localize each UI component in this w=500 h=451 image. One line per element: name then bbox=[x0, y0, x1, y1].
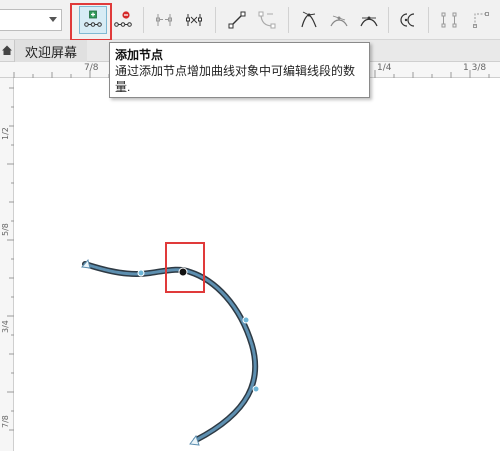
tooltip-title: 添加节点 bbox=[115, 48, 164, 62]
ruler-label: 1/4 bbox=[377, 63, 392, 73]
join-nodes-icon bbox=[156, 14, 172, 26]
delete-node-icon bbox=[114, 11, 132, 27]
toolbar-separator bbox=[215, 7, 216, 33]
node-type-dropdown[interactable] bbox=[0, 9, 62, 31]
to-curve-button[interactable] bbox=[253, 6, 281, 34]
selected-node bbox=[178, 267, 188, 277]
tooltip-description: 通过添加节点增加曲线对象中可编辑线段的数量. bbox=[115, 64, 356, 94]
toolbar-separator bbox=[288, 7, 289, 33]
cusp-node-button[interactable] bbox=[295, 6, 323, 34]
curve-node bbox=[252, 385, 260, 393]
break-curve-icon bbox=[186, 14, 202, 26]
to-curve-icon bbox=[258, 11, 276, 29]
add-node-icon bbox=[84, 10, 102, 27]
symmetrical-node-button[interactable] bbox=[355, 6, 383, 34]
to-line-button[interactable] bbox=[223, 6, 251, 34]
smooth-node-icon bbox=[330, 15, 348, 27]
extend-curve-icon bbox=[441, 12, 457, 28]
tab-label: 欢迎屏幕 bbox=[25, 44, 78, 60]
toolbar-separator bbox=[143, 7, 144, 33]
property-toolbar bbox=[0, 0, 500, 40]
reverse-direction-icon bbox=[400, 13, 415, 27]
ruler-label: 5/8 bbox=[1, 223, 10, 236]
ruler-label: 1/2 bbox=[1, 127, 10, 140]
curve-drawing bbox=[81, 258, 260, 446]
extend-curve-button[interactable] bbox=[435, 6, 463, 34]
delete-node-button[interactable] bbox=[109, 6, 137, 34]
chevron-down-icon bbox=[49, 17, 57, 22]
smooth-node-button[interactable] bbox=[325, 6, 353, 34]
home-icon[interactable] bbox=[1, 44, 13, 59]
symmetrical-node-icon bbox=[360, 16, 378, 27]
add-node-tooltip: 添加节点 通过添加节点增加曲线对象中可编辑线段的数量. bbox=[109, 42, 370, 98]
cusp-node-icon bbox=[301, 11, 317, 28]
join-nodes-button[interactable] bbox=[150, 6, 178, 34]
break-curve-button[interactable] bbox=[180, 6, 208, 34]
toolbar-separator bbox=[428, 7, 429, 33]
close-curve-icon bbox=[473, 12, 489, 28]
tab-welcome-screen[interactable]: 欢迎屏幕 bbox=[14, 40, 88, 62]
add-node-button[interactable] bbox=[79, 6, 107, 34]
curve-node bbox=[137, 269, 145, 277]
toolbar-separator bbox=[388, 7, 389, 33]
reverse-direction-button[interactable] bbox=[395, 6, 423, 34]
curve-object bbox=[82, 261, 259, 443]
ruler-label: 3/4 bbox=[1, 320, 10, 333]
ruler-label: 1 3/8 bbox=[463, 63, 487, 73]
to-line-icon bbox=[228, 11, 246, 29]
drawing-canvas[interactable] bbox=[15, 79, 500, 451]
vertical-ruler[interactable]: 1/2 5/8 3/4 7/8 bbox=[0, 78, 14, 451]
close-curve-button[interactable] bbox=[467, 6, 495, 34]
ruler-label: 7/8 bbox=[84, 63, 99, 73]
curve-node bbox=[242, 316, 250, 324]
ruler-label: 7/8 bbox=[1, 415, 10, 428]
